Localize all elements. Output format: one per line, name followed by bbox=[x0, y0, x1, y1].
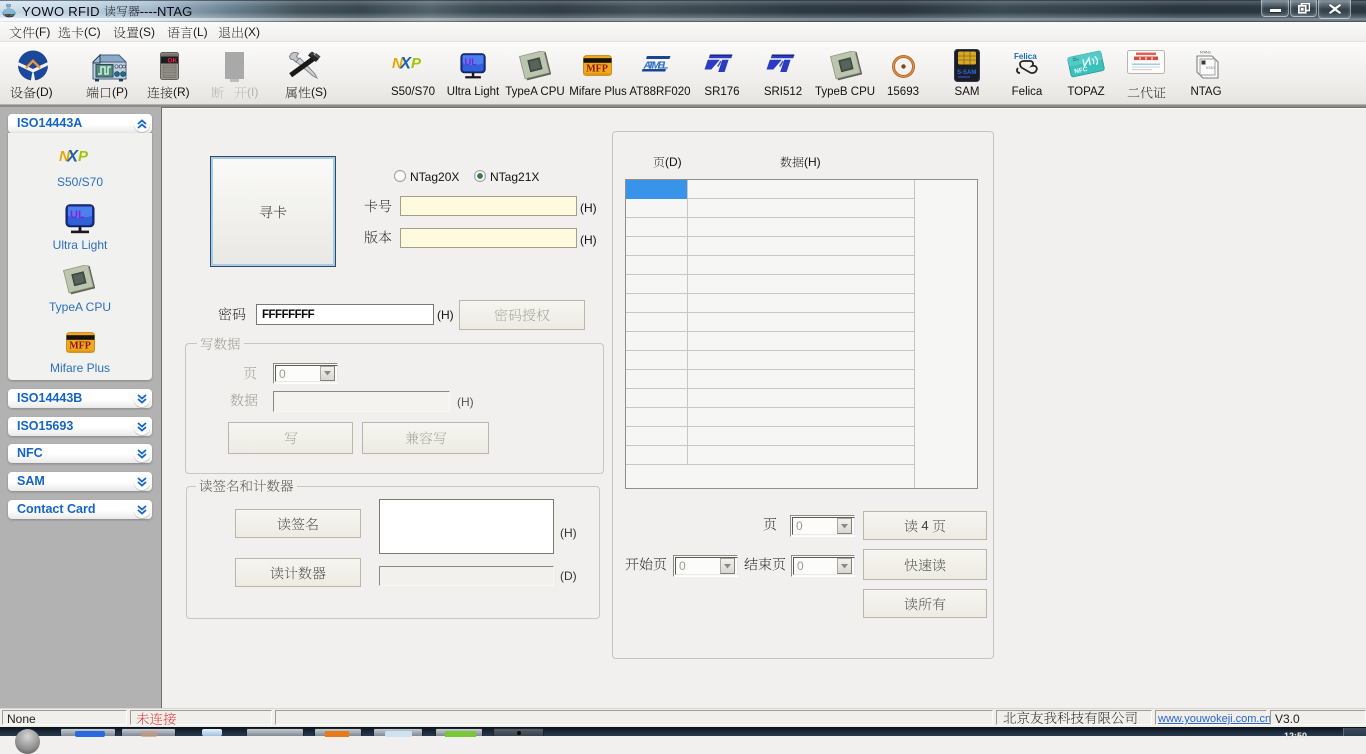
svg-text:NTAG: NTAG bbox=[1200, 50, 1211, 55]
svg-text:P: P bbox=[411, 55, 422, 72]
svg-text:OK: OK bbox=[168, 57, 178, 64]
svg-text:X: X bbox=[66, 148, 79, 166]
svg-text:UL: UL bbox=[70, 209, 85, 221]
svg-text:MFP: MFP bbox=[69, 341, 91, 352]
svg-text:X: X bbox=[399, 55, 412, 73]
svg-text:S-SAM: S-SAM bbox=[957, 70, 976, 76]
svg-text:P: P bbox=[78, 148, 89, 165]
svg-text:NTAG: NTAG bbox=[1206, 66, 1216, 70]
svg-text:UL: UL bbox=[464, 57, 477, 68]
svg-text:MFP: MFP bbox=[586, 64, 608, 75]
svg-text:Felica: Felica bbox=[1014, 52, 1037, 61]
